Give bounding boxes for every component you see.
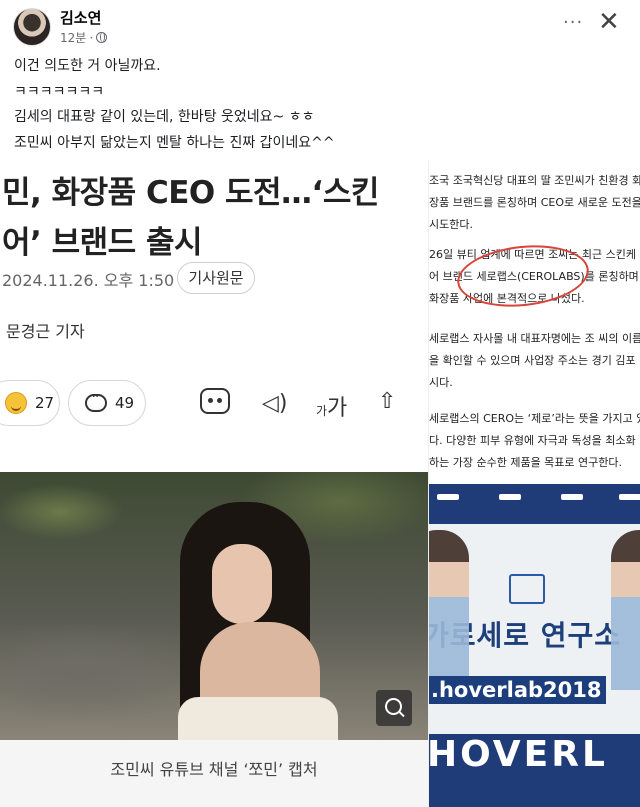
- font-large-glyph: 가: [327, 396, 348, 421]
- banner-big-text: HOVERL: [429, 734, 608, 775]
- article-text-line: 하는 가장 순수한 제품을 목표로 연구한다.: [429, 456, 623, 469]
- photo-person-left: [429, 530, 469, 690]
- article-screenshot-left[interactable]: 민, 화장품 CEO 도전…‘스킨 어’ 브랜드 출시 2024.11.26. …: [0, 160, 428, 807]
- article-text-line: 다. 다양한 피부 유형에 자극과 독성을 최소화: [429, 434, 636, 447]
- meta-separator: ·: [89, 30, 94, 45]
- ceiling-light: [561, 494, 583, 500]
- reaction-count: 27: [35, 394, 55, 412]
- ceiling-light: [437, 494, 459, 500]
- comment-count: 49: [115, 394, 135, 412]
- article-text-line: 조국 조국혁신당 대표의 딸 조민씨가 친환경 화: [429, 174, 640, 187]
- comment-button: 49: [68, 380, 146, 426]
- emoji-icon: [5, 392, 27, 414]
- post-meta: 12분 ·: [60, 29, 108, 46]
- post-line: ㅋㅋㅋㅋㅋㅋㅋ: [14, 83, 105, 100]
- avatar[interactable]: [13, 8, 51, 46]
- headline-line-2: 어’ 브랜드 출시: [2, 225, 202, 261]
- robot-summary-icon: [200, 388, 230, 414]
- speaker-icon: ◁): [262, 391, 288, 416]
- reporter-name: 문경근 기자: [6, 322, 85, 341]
- article-headline: 민, 화장품 CEO 도전…‘스킨 어’ 브랜드 출시: [2, 168, 428, 268]
- article-text-line: 장품 브랜드를 론칭하며 CEO로 새로운 도전을: [429, 196, 640, 209]
- zoom-icon: [376, 690, 412, 726]
- photo-person-right: [611, 530, 640, 690]
- headline-line-1: 민, 화장품 CEO 도전…‘스킨: [2, 175, 379, 211]
- ceiling-light: [499, 494, 521, 500]
- photo-caption: 조민씨 유튜브 채널 ‘쪼민’ 캡처: [0, 740, 428, 807]
- post-time[interactable]: 12분: [60, 29, 86, 46]
- article-text-line: 시도한다.: [429, 218, 473, 231]
- post-line: 김세의 대표랑 같이 있는데, 한바탕 웃었네요~ ㅎㅎ: [14, 109, 315, 125]
- more-options-icon[interactable]: ···: [563, 12, 583, 33]
- ceiling-light: [619, 494, 640, 500]
- banner-url-text: .hoverlab2018: [429, 676, 606, 704]
- font-small-glyph: 가: [316, 404, 328, 418]
- article-text-line: 세로랩스의 CERO는 ‘제로’라는 뜻을 가지고 있: [429, 412, 640, 425]
- share-icon: ⇧: [378, 389, 397, 414]
- photo-subject-face: [212, 544, 272, 624]
- article-screenshot-right[interactable]: 조국 조국혁신당 대표의 딸 조민씨가 친환경 화 장품 브랜드를 론칭하며 C…: [428, 160, 640, 807]
- globe-icon: [96, 32, 108, 43]
- article-photo: [0, 472, 428, 740]
- post-header: 김소연 12분 · ··· ✕: [0, 0, 640, 50]
- article-text-line: 시다.: [429, 376, 453, 389]
- close-icon[interactable]: ✕: [598, 7, 620, 37]
- banner-logo: [509, 574, 545, 604]
- original-article-button: 기사원문: [177, 262, 255, 294]
- article-text-line: 을 확인할 수 있으며 사업장 주소는 경기 김포: [429, 354, 636, 367]
- post-line: 조민씨 아부지 닮았는지 멘탈 하나는 진짜 갑이네요^^: [14, 134, 335, 151]
- comment-icon: [85, 389, 107, 412]
- font-size-icon: 가가: [316, 390, 347, 422]
- article-date: 2024.11.26. 오후 1:50: [2, 271, 175, 290]
- article-photo-right: 가로세로 연구소 .hoverlab2018 HOVERL: [429, 484, 640, 807]
- photo-subject-dress: [178, 697, 338, 740]
- reaction-button: 27: [0, 380, 60, 426]
- post-text: 이건 의도한 거 아닐까요. ㅋㅋㅋㅋㅋㅋㅋ 김세의 대표랑 같이 있는데, 한…: [14, 54, 624, 156]
- post-line: 이건 의도한 거 아닐까요.: [14, 58, 161, 74]
- article-text-line: 세로랩스 자사몰 내 대표자명에는 조 씨의 이름: [429, 332, 640, 345]
- author-name[interactable]: 김소연: [60, 7, 101, 28]
